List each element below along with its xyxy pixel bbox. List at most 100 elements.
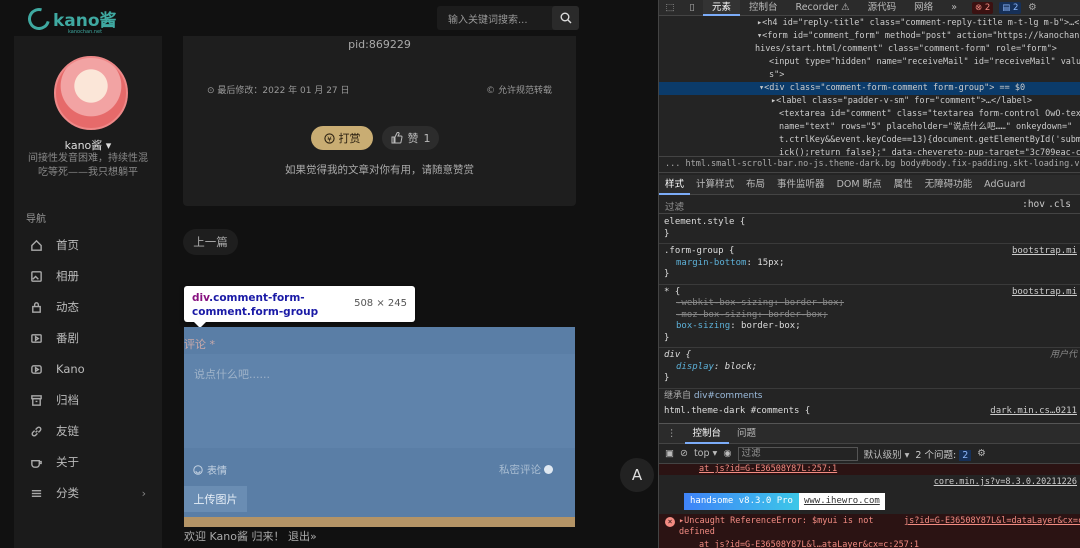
avatar[interactable]: [54, 56, 128, 130]
tooltip-selector: div.comment-form-comment.form-group: [192, 292, 319, 318]
clear-console-icon[interactable]: ⊘: [680, 448, 688, 459]
dom-node[interactable]: ▸<label class="padder-v-sm" for="comment…: [659, 95, 1080, 108]
css-property[interactable]: -webkit-box-sizing: border-box;: [664, 298, 1076, 310]
sidebar-item-links[interactable]: 友链: [30, 420, 154, 442]
private-comment-toggle[interactable]: 私密评论: [499, 462, 553, 477]
rule-source-link[interactable]: dark.min.cs…0211: [990, 406, 1077, 418]
filter-input[interactable]: 过滤: [665, 199, 684, 213]
tab-dom-breakpoints[interactable]: DOM 断点: [831, 175, 888, 195]
dom-node[interactable]: s">: [659, 69, 1080, 82]
search-box[interactable]: 输入关键词搜索...: [437, 6, 579, 30]
error-source-link[interactable]: js?id=G-E36508Y87L&l=dataLayer&cx=c: [904, 516, 1080, 527]
gear-icon[interactable]: ⚙: [1021, 2, 1043, 13]
like-button[interactable]: 赞 1: [382, 126, 439, 150]
sidebar-item-label: 首页: [56, 238, 79, 252]
tab-console-drawer[interactable]: 控制台: [684, 424, 730, 444]
css-rule[interactable]: .form-group { bootstrap.mi margin-bottom…: [659, 244, 1080, 285]
tab-properties[interactable]: 属性: [888, 175, 919, 195]
rule-source-link[interactable]: bootstrap.mi: [1012, 246, 1077, 258]
dom-breadcrumb[interactable]: ... html.small-scroll-bar.no-js.theme-da…: [659, 156, 1080, 173]
sidebar-item-category[interactable]: 分类 ›: [30, 482, 154, 504]
tab-console[interactable]: 控制台: [740, 0, 787, 16]
font-size-button[interactable]: A: [620, 458, 654, 492]
tab-elements[interactable]: 元素: [703, 0, 741, 16]
tab-issues[interactable]: 问题: [729, 424, 764, 444]
tab-layout[interactable]: 布局: [740, 175, 771, 195]
error-stack: at js?id=G-E36508Y87L&l…ataLayer&cx=c:25…: [699, 540, 919, 548]
sidebar-item-album[interactable]: 相册: [30, 265, 154, 287]
dom-node[interactable]: ▸<h4 id="reply-title" class="comment-rep…: [659, 17, 1080, 30]
log-level-select[interactable]: 默认级别 ▾: [864, 447, 910, 461]
dom-node[interactable]: t.ctrlKey&&event.keyCode==13){document.g…: [659, 134, 1080, 147]
username-dropdown[interactable]: kano酱 ▾: [14, 137, 162, 153]
tab-computed[interactable]: 计算样式: [690, 175, 740, 195]
tab-accessibility[interactable]: 无障碍功能: [919, 175, 979, 195]
previous-post-button[interactable]: 上一篇: [183, 229, 238, 255]
tab-recorder[interactable]: Recorder ⚠: [787, 0, 859, 16]
error-badge[interactable]: ⊗ 2: [972, 1, 994, 14]
rule-selector: div {: [664, 350, 692, 360]
donate-button[interactable]: ¥ 打赏: [311, 126, 373, 150]
cls-toggle[interactable]: .cls: [1048, 199, 1071, 210]
css-rule[interactable]: html.theme-dark #comments { dark.min.cs……: [659, 404, 1080, 421]
tab-network[interactable]: 网络: [905, 0, 942, 16]
more-tabs-button[interactable]: »: [942, 0, 966, 16]
console-log: at js?id=G-E36508Y87L:257:1 core.min.js?…: [659, 464, 1080, 548]
inspect-icon[interactable]: ⬚: [659, 2, 681, 13]
sidebar-item-about[interactable]: 关于: [30, 451, 154, 473]
hov-toggle[interactable]: :hov: [1022, 199, 1045, 210]
gear-icon[interactable]: ⚙: [977, 448, 986, 459]
thumbs-up-icon: [391, 132, 403, 144]
video-icon: [31, 333, 42, 343]
stack-link[interactable]: at js?id=G-E36508Y87L&l…ataLayer&cx=c:25…: [699, 540, 919, 548]
source-link[interactable]: core.min.js?v=8.3.0.20211226: [659, 475, 1080, 489]
css-rule[interactable]: element.style { }: [659, 215, 1080, 244]
comment-label: 评论 *: [184, 338, 215, 351]
console-filter-input[interactable]: 过滤: [737, 446, 858, 461]
css-property[interactable]: box-sizing: border-box;: [664, 321, 1076, 333]
search-input[interactable]: 输入关键词搜索...: [448, 11, 528, 26]
sidebar-item-moments[interactable]: 动态: [30, 296, 154, 318]
css-rule[interactable]: div { 用户代 display: block; }: [659, 348, 1080, 389]
sidebar-item-home[interactable]: 首页: [30, 234, 154, 256]
drawer-menu-icon[interactable]: ⋮: [659, 424, 685, 444]
issues-counter[interactable]: 2 个问题: 2: [915, 447, 972, 461]
upload-image-button[interactable]: 上传图片: [184, 486, 247, 512]
like-label: 赞: [407, 132, 419, 145]
dom-node[interactable]: <input type="hidden" name="receiveMail" …: [659, 56, 1080, 69]
css-rule[interactable]: * { bootstrap.mi -webkit-box-sizing: bor…: [659, 285, 1080, 348]
tab-styles[interactable]: 样式: [659, 175, 691, 195]
eye-icon[interactable]: ◉: [723, 448, 731, 459]
search-icon[interactable]: [552, 6, 579, 30]
dom-node-selected[interactable]: ▾<div class="comment-form-comment form-g…: [659, 82, 1080, 95]
css-property[interactable]: margin-bottom: 15px;: [664, 258, 1076, 270]
dom-node[interactable]: ▾<form id="comment_form" method="post" a…: [659, 30, 1080, 43]
rule-selector: element.style {: [664, 217, 746, 227]
emoji-button[interactable]: 表情: [193, 462, 227, 477]
inherited-element-link[interactable]: div#comments: [694, 391, 763, 401]
comment-textarea[interactable]: [184, 354, 575, 448]
tab-event-listeners[interactable]: 事件监听器: [771, 175, 831, 195]
dom-node[interactable]: <textarea id="comment" class="textarea f…: [659, 108, 1080, 121]
dom-node[interactable]: name="text" rows="5" placeholder="说点什么吧……: [659, 121, 1080, 134]
lock-icon: [32, 301, 41, 313]
sidebar-item-anime[interactable]: 番剧: [30, 327, 154, 349]
device-toolbar-icon[interactable]: ▯: [681, 2, 703, 13]
message-badge[interactable]: ▤ 2: [999, 1, 1022, 14]
dom-node[interactable]: hives/start.html/comment" class="comment…: [659, 43, 1080, 56]
sidebar-item-label: 归档: [56, 393, 79, 407]
webpage: kano酱 kanochan.net 输入关键词搜索... kano酱 ▾ 间接…: [0, 0, 658, 548]
handsome-link[interactable]: www.ihewro.com: [798, 493, 885, 510]
tab-sources[interactable]: 源代码: [859, 0, 906, 16]
sidebar-item-archive[interactable]: 归档: [30, 389, 154, 411]
sidebar-item-kano[interactable]: Kano: [30, 358, 154, 380]
tab-adguard[interactable]: AdGuard: [978, 175, 1031, 195]
rule-source-link[interactable]: bootstrap.mi: [1012, 287, 1077, 299]
css-property[interactable]: -moz-box-sizing: border-box;: [664, 310, 1076, 322]
welcome-text: 欢迎 Kano酱 归来！ 退出»: [184, 530, 317, 543]
stack-link[interactable]: at js?id=G-E36508Y87L:257:1: [699, 464, 837, 474]
context-select[interactable]: top ▾: [694, 448, 717, 459]
site-logo[interactable]: kano酱 kanochan.net: [23, 3, 117, 35]
styles-filter[interactable]: 过滤 :hov .cls: [659, 196, 1080, 214]
sidebar-toggle-icon[interactable]: ▣: [665, 448, 674, 459]
